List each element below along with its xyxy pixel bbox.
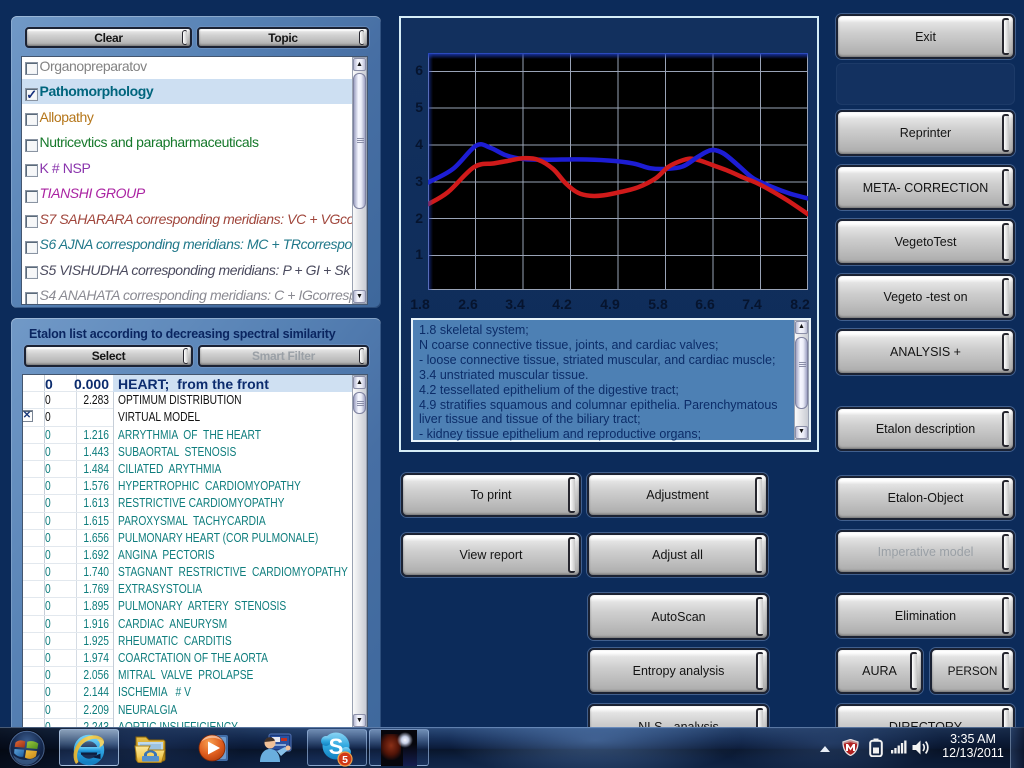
svg-text:5: 5: [342, 754, 348, 766]
